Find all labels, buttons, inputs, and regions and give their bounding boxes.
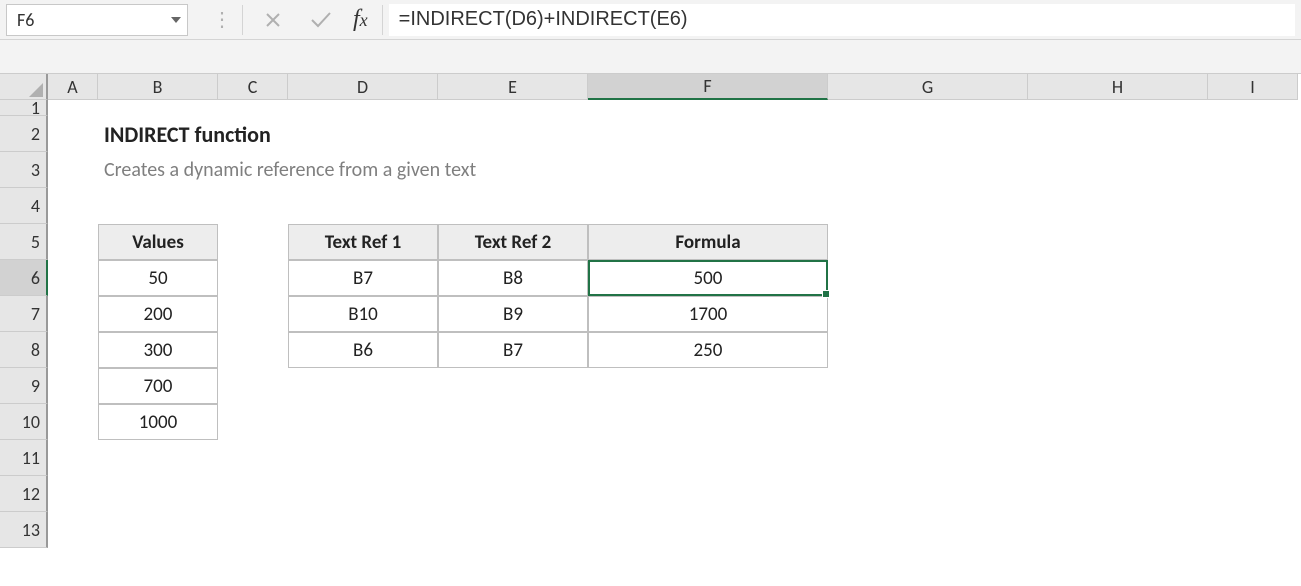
ref1-cell[interactable]: B7 bbox=[288, 260, 438, 296]
cell-grid[interactable]: INDIRECT functionCreates a dynamic refer… bbox=[48, 100, 1298, 548]
row-header-12[interactable]: 12 bbox=[0, 476, 48, 512]
ref2-cell[interactable]: B9 bbox=[438, 296, 588, 332]
values-cell[interactable]: 300 bbox=[98, 332, 218, 368]
ref1-header[interactable]: Text Ref 1 bbox=[288, 224, 438, 260]
row-header-13[interactable]: 13 bbox=[0, 512, 48, 548]
column-header-C[interactable]: C bbox=[218, 74, 288, 100]
subtitle-cell[interactable]: Creates a dynamic reference from a given… bbox=[98, 152, 1028, 188]
cancel-button[interactable] bbox=[249, 4, 297, 36]
values-cell[interactable]: 50 bbox=[98, 260, 218, 296]
select-all-corner[interactable] bbox=[0, 74, 48, 100]
vertical-dots-icon: ⋮ bbox=[208, 17, 236, 23]
column-header-D[interactable]: D bbox=[288, 74, 438, 100]
column-header-A[interactable]: A bbox=[48, 74, 98, 100]
ref2-header[interactable]: Text Ref 2 bbox=[438, 224, 588, 260]
fx-icon[interactable]: fx bbox=[345, 6, 376, 33]
row-header-7[interactable]: 7 bbox=[0, 296, 48, 332]
values-header[interactable]: Values bbox=[98, 224, 218, 260]
row-header-8[interactable]: 8 bbox=[0, 332, 48, 368]
formula-header[interactable]: Formula bbox=[588, 224, 828, 260]
values-cell[interactable]: 1000 bbox=[98, 404, 218, 440]
formula-cell[interactable]: 250 bbox=[588, 332, 828, 368]
column-header-E[interactable]: E bbox=[438, 74, 588, 100]
chevron-down-icon bbox=[171, 17, 181, 23]
spreadsheet: ABCDEFGHI 12345678910111213 INDIRECT fun… bbox=[0, 74, 1301, 548]
row-header-1[interactable]: 1 bbox=[0, 100, 48, 116]
formula-cell[interactable]: 500 bbox=[588, 260, 828, 296]
row-headers: 12345678910111213 bbox=[0, 100, 48, 548]
title-cell[interactable]: INDIRECT function bbox=[98, 116, 828, 152]
ref2-cell[interactable]: B7 bbox=[438, 332, 588, 368]
name-box-value: F6 bbox=[17, 9, 34, 31]
column-header-F[interactable]: F bbox=[588, 74, 828, 100]
row-header-11[interactable]: 11 bbox=[0, 440, 48, 476]
column-header-H[interactable]: H bbox=[1028, 74, 1208, 100]
enter-button[interactable] bbox=[297, 4, 345, 36]
check-icon bbox=[310, 11, 332, 29]
row-header-2[interactable]: 2 bbox=[0, 116, 48, 152]
formula-bar: F6 ⋮ fx bbox=[0, 0, 1301, 40]
ref1-cell[interactable]: B10 bbox=[288, 296, 438, 332]
row-header-9[interactable]: 9 bbox=[0, 368, 48, 404]
row-header-3[interactable]: 3 bbox=[0, 152, 48, 188]
ribbon-strip bbox=[0, 40, 1301, 74]
name-box[interactable]: F6 bbox=[6, 4, 188, 36]
row-header-6[interactable]: 6 bbox=[0, 260, 48, 296]
values-cell[interactable]: 700 bbox=[98, 368, 218, 404]
row-header-10[interactable]: 10 bbox=[0, 404, 48, 440]
ref1-cell[interactable]: B6 bbox=[288, 332, 438, 368]
row-header-5[interactable]: 5 bbox=[0, 224, 48, 260]
formula-input[interactable] bbox=[389, 4, 1295, 36]
row-header-4[interactable]: 4 bbox=[0, 188, 48, 224]
column-header-I[interactable]: I bbox=[1208, 74, 1298, 100]
values-cell[interactable]: 200 bbox=[98, 296, 218, 332]
column-header-G[interactable]: G bbox=[828, 74, 1028, 100]
x-icon bbox=[264, 11, 282, 29]
column-headers: ABCDEFGHI bbox=[0, 74, 1298, 100]
column-header-B[interactable]: B bbox=[98, 74, 218, 100]
formula-cell[interactable]: 1700 bbox=[588, 296, 828, 332]
ref2-cell[interactable]: B8 bbox=[438, 260, 588, 296]
